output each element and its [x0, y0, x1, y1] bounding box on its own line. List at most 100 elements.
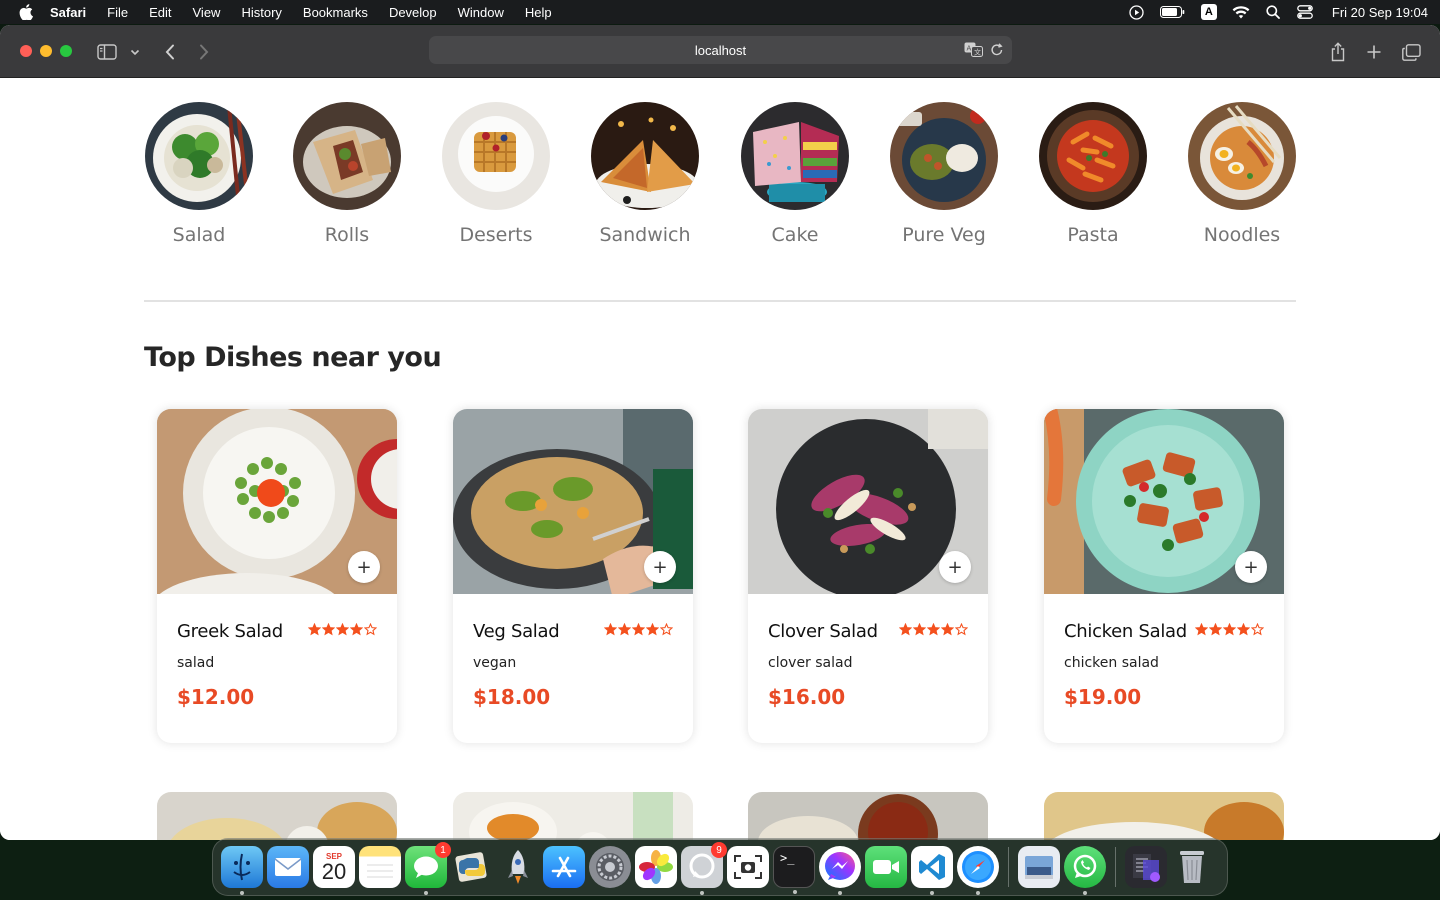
- running-indicator: [700, 891, 704, 895]
- dish-card-clover-salad[interactable]: + Clover Salad clover salad $16.00: [748, 409, 988, 743]
- notes-icon[interactable]: [359, 846, 401, 888]
- dish-card-partial[interactable]: [748, 792, 988, 840]
- star-outline-icon: [1251, 623, 1264, 636]
- forward-chevron-icon[interactable]: [193, 41, 215, 63]
- add-to-cart-button[interactable]: +: [939, 551, 971, 583]
- running-indicator: [930, 891, 934, 895]
- preview-icon[interactable]: [1018, 846, 1060, 888]
- whatsapp-beta-icon[interactable]: 9: [681, 842, 727, 895]
- category-label: Deserts: [459, 224, 533, 246]
- category-rolls[interactable]: Rolls: [292, 102, 402, 246]
- running-indicator: [240, 891, 244, 895]
- menu-safari[interactable]: Safari: [50, 5, 86, 20]
- whatsapp-icon[interactable]: [1064, 846, 1106, 895]
- mail-icon[interactable]: [267, 846, 309, 888]
- vscode-icon[interactable]: [911, 846, 953, 895]
- category-deserts[interactable]: Deserts: [441, 102, 551, 246]
- star-filled-icon: [1223, 623, 1236, 636]
- menu-window[interactable]: Window: [458, 5, 504, 20]
- safari-compass-icon[interactable]: [957, 846, 999, 895]
- dish-card-partial[interactable]: [1044, 792, 1284, 840]
- tab-group-chevron-down-icon[interactable]: [126, 41, 144, 63]
- category-noodles[interactable]: Noodles: [1187, 102, 1297, 246]
- spotlight-search-icon[interactable]: [1264, 4, 1282, 20]
- noodles-image: [1188, 102, 1296, 210]
- dish-card-chicken-salad[interactable]: + Chicken Salad chicken salad $19.00: [1044, 409, 1284, 743]
- back-chevron-icon[interactable]: [159, 41, 181, 63]
- menu-bookmarks[interactable]: Bookmarks: [303, 5, 368, 20]
- rating-stars-icon: [604, 623, 673, 636]
- battery-icon[interactable]: [1160, 4, 1186, 20]
- python-launcher-icon[interactable]: [451, 846, 493, 888]
- address-bar[interactable]: localhost A文: [429, 36, 1012, 64]
- dish-card-greek-salad[interactable]: + Greek Salad salad $12.00: [157, 409, 397, 743]
- wifi-icon[interactable]: [1232, 4, 1250, 20]
- dish-card-partial[interactable]: [157, 792, 397, 840]
- dish-name: Clover Salad: [768, 621, 878, 642]
- calendar-day: 20: [321, 859, 347, 884]
- add-to-cart-button[interactable]: +: [348, 551, 380, 583]
- menu-file[interactable]: File: [107, 5, 128, 20]
- input-source-label: A: [1200, 4, 1217, 20]
- dish-image: +: [157, 409, 397, 594]
- messenger-icon[interactable]: [819, 846, 861, 895]
- dish-description: clover salad: [768, 655, 853, 671]
- finder-icon[interactable]: [221, 846, 263, 895]
- screenshot-camera-icon[interactable]: [727, 846, 769, 888]
- sidebar-toggle-icon[interactable]: [96, 41, 118, 63]
- reload-icon[interactable]: [990, 42, 1004, 60]
- rating-stars-icon: [308, 623, 377, 636]
- category-pure-veg[interactable]: Pure Veg: [889, 102, 999, 246]
- translate-icon[interactable]: A文: [964, 42, 984, 60]
- downloads-stack-icon[interactable]: [1125, 846, 1167, 888]
- tab-overview-icon[interactable]: [1400, 41, 1422, 63]
- screen-record-icon[interactable]: [1128, 4, 1146, 20]
- facetime-icon[interactable]: [865, 846, 907, 888]
- zoom-window-button[interactable]: [60, 45, 72, 57]
- share-icon[interactable]: [1327, 41, 1349, 63]
- menu-develop[interactable]: Develop: [389, 5, 437, 20]
- input-source-icon[interactable]: A: [1200, 4, 1218, 20]
- star-outline-icon: [660, 623, 673, 636]
- dish-name: Chicken Salad: [1064, 621, 1187, 642]
- category-label: Pure Veg: [902, 224, 986, 246]
- star-filled-icon: [941, 623, 954, 636]
- launchpad-rocket-icon[interactable]: [497, 846, 539, 888]
- menu-edit[interactable]: Edit: [149, 5, 171, 20]
- dish-card-veg-salad[interactable]: + Veg Salad vegan $18.00: [453, 409, 693, 743]
- menu-view[interactable]: View: [193, 5, 221, 20]
- dish-description: vegan: [473, 655, 517, 671]
- apple-icon[interactable]: [18, 4, 34, 20]
- minimize-window-button[interactable]: [40, 45, 52, 57]
- close-window-button[interactable]: [20, 45, 32, 57]
- pasta-image: [1039, 102, 1147, 210]
- category-pasta[interactable]: Pasta: [1038, 102, 1148, 246]
- star-outline-icon: [364, 623, 377, 636]
- menu-history[interactable]: History: [241, 5, 281, 20]
- category-salad[interactable]: Salad: [144, 102, 254, 246]
- dock-separator: [1008, 847, 1009, 887]
- category-cake[interactable]: Cake: [740, 102, 850, 246]
- running-indicator: [424, 891, 428, 895]
- new-tab-plus-icon[interactable]: [1363, 41, 1385, 63]
- photos-icon[interactable]: [635, 846, 677, 888]
- control-center-icon[interactable]: [1296, 4, 1314, 20]
- star-filled-icon: [646, 623, 659, 636]
- category-label: Sandwich: [599, 224, 691, 246]
- category-sandwich[interactable]: Sandwich: [590, 102, 700, 246]
- messages-icon[interactable]: 1: [405, 842, 451, 895]
- system-settings-gear-icon[interactable]: [589, 846, 631, 888]
- star-filled-icon: [308, 623, 321, 636]
- terminal-icon[interactable]: >_: [773, 846, 815, 894]
- menu-help[interactable]: Help: [525, 5, 552, 20]
- section-title: Top Dishes near you: [144, 342, 442, 373]
- app-store-icon[interactable]: [543, 846, 585, 888]
- star-filled-icon: [350, 623, 363, 636]
- trash-icon[interactable]: [1171, 846, 1213, 888]
- add-to-cart-button[interactable]: +: [644, 551, 676, 583]
- star-filled-icon: [618, 623, 631, 636]
- calendar-icon[interactable]: SEP 20: [313, 846, 355, 888]
- menubar-clock[interactable]: Fri 20 Sep 19:04: [1332, 5, 1428, 20]
- dish-card-partial[interactable]: [453, 792, 693, 840]
- add-to-cart-button[interactable]: +: [1235, 551, 1267, 583]
